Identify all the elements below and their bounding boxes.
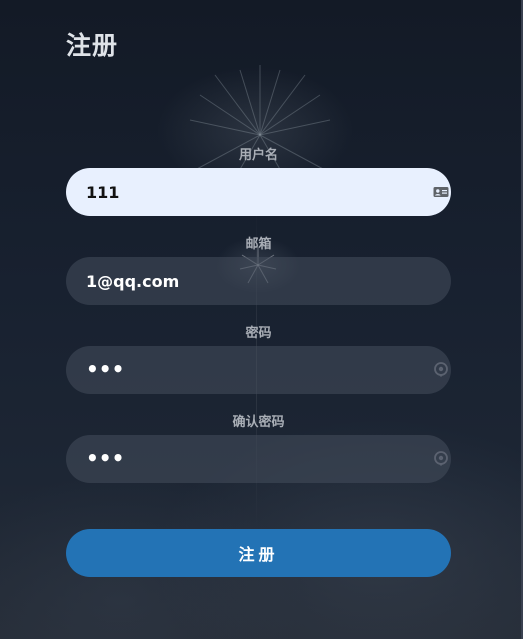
username-label: 用户名: [238, 148, 278, 163]
password-label: 密码: [245, 326, 272, 341]
password-reveal-icon[interactable]: [433, 451, 449, 467]
email-value: 1@qq.com: [86, 271, 180, 291]
password-reveal-icon[interactable]: [433, 362, 449, 378]
email-label: 邮箱: [245, 237, 272, 252]
username-input[interactable]: 111: [66, 168, 451, 216]
register-button[interactable]: 注册: [66, 529, 451, 577]
password-input[interactable]: •••: [66, 346, 451, 394]
username-value: 111: [86, 182, 120, 202]
page-title: 注册: [66, 31, 119, 60]
confirm-password-label: 确认密码: [232, 415, 285, 430]
confirm-password-value: •••: [86, 446, 125, 470]
contact-card-icon[interactable]: [433, 184, 449, 200]
password-value: •••: [86, 357, 125, 381]
email-input[interactable]: 1@qq.com: [66, 257, 451, 305]
confirm-password-input[interactable]: •••: [66, 435, 451, 483]
